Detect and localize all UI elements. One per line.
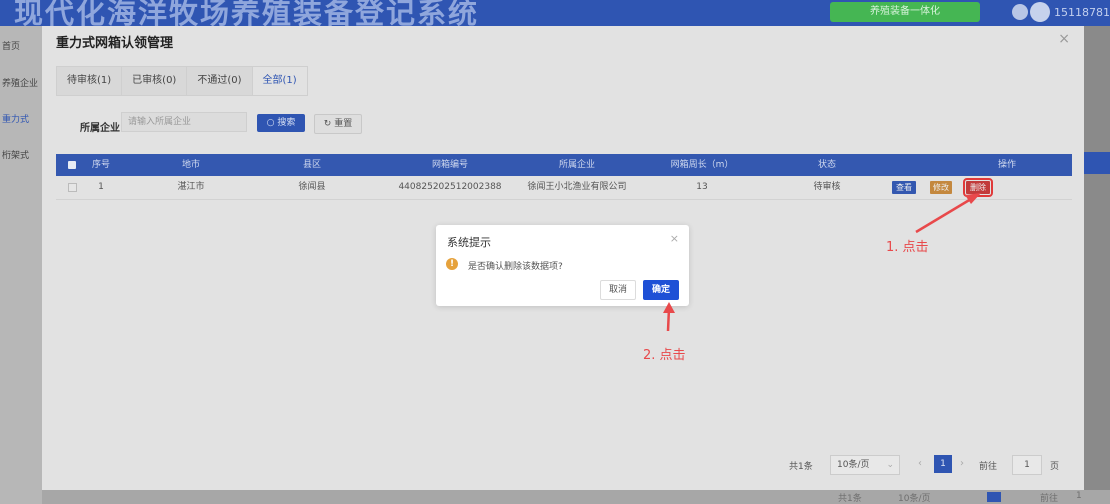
background-pager-current: [987, 492, 1001, 502]
cell-city: 湛江市: [177, 182, 205, 192]
sidebar-item-gravity[interactable]: 重力式: [2, 112, 42, 125]
background-pager-size: 10条/页: [898, 494, 931, 504]
warning-icon: !: [446, 258, 458, 270]
app-header: 现代化海洋牧场养殖装备登记系统 养殖装备一体化 15118781510: [0, 0, 1110, 26]
dialog-title: 重力式网箱认领管理: [56, 36, 174, 51]
table-header: 序号 地市 县区 网箱编号 所属企业 网箱周长（m） 状态 操作: [56, 154, 1072, 176]
next-page-icon[interactable]: ›: [960, 458, 964, 469]
dialog-close-icon[interactable]: ×: [1058, 31, 1070, 47]
confirm-close-icon[interactable]: ×: [670, 232, 679, 245]
sidebar-item-companies[interactable]: 养殖企业: [2, 76, 42, 89]
goto-label: 前往: [979, 462, 998, 472]
company-filter-label: 所属企业: [80, 123, 120, 134]
background-pager-total: 共1条: [838, 494, 862, 504]
avatar[interactable]: [1030, 2, 1050, 22]
background-pager-page: 1: [1076, 491, 1082, 501]
pager-total: 共1条: [789, 462, 813, 472]
table-row: 1 湛江市 徐闻县 440825202512002388 徐闻王小北渔业有限公司…: [56, 176, 1072, 200]
app-title: 现代化海洋牧场养殖装备登记系统: [14, 0, 480, 26]
annotation-step-1: 1. 点击: [886, 240, 929, 255]
background-pager-goto: 前往: [1040, 494, 1059, 504]
background-pager: [42, 490, 1110, 504]
user-icon: [1012, 4, 1028, 20]
sidebar-item-home[interactable]: 首页: [2, 39, 42, 52]
edit-button[interactable]: 修改: [930, 181, 952, 194]
chevron-down-icon: ⌄: [886, 460, 894, 470]
page-number-button[interactable]: 1: [934, 455, 952, 473]
background-table-header: [1084, 152, 1110, 174]
cell-company: 徐闻王小北渔业有限公司: [527, 182, 627, 192]
page-size-select[interactable]: 10条/页 ⌄: [830, 455, 900, 475]
column-header-cage-no: 网箱编号: [431, 160, 469, 170]
sidebar: 首页 养殖企业 重力式 桁架式: [0, 26, 42, 504]
cell-index: 1: [98, 182, 104, 192]
cell-status: 待审核: [813, 182, 841, 192]
view-button[interactable]: 查看: [892, 181, 916, 194]
confirm-ok-button[interactable]: 确定: [643, 280, 679, 300]
reset-button-label: 重置: [334, 119, 353, 129]
tab-pending[interactable]: 待审核(1): [57, 67, 123, 95]
column-header-county: 县区: [302, 160, 322, 170]
cell-county: 徐闻县: [298, 182, 326, 192]
confirm-dialog: 系统提示 × ! 是否确认删除该数据项? 取消 确定: [436, 225, 689, 306]
search-button-label: 搜索: [277, 118, 296, 128]
cell-cage-no: 440825202512002388: [398, 182, 502, 192]
column-header-city: 地市: [181, 160, 201, 170]
select-all-checkbox[interactable]: [68, 161, 76, 169]
cell-perimeter: 13: [696, 182, 708, 192]
sidebar-item-truss[interactable]: 桁架式: [2, 148, 42, 161]
row-checkbox[interactable]: [68, 183, 77, 192]
status-tabs: 待审核(1) 已审核(0) 不通过(0) 全部(1): [56, 66, 308, 96]
tab-approved[interactable]: 已审核(0): [122, 67, 188, 95]
confirm-title: 系统提示: [447, 236, 491, 249]
page-suffix-label: 页: [1050, 462, 1060, 472]
refresh-icon: ↻: [323, 119, 335, 129]
cancel-button[interactable]: 取消: [600, 280, 636, 300]
prev-page-icon[interactable]: ‹: [918, 458, 922, 469]
tab-all[interactable]: 全部(1): [252, 67, 307, 95]
column-header-actions: 操作: [997, 160, 1017, 170]
company-search-input[interactable]: 请输入所属企业: [121, 112, 247, 132]
goto-page-input[interactable]: 1: [1012, 455, 1042, 475]
top-feature-button[interactable]: 养殖装备一体化: [830, 2, 980, 22]
column-header-status: 状态: [817, 160, 837, 170]
user-phone: 15118781510: [1054, 6, 1110, 19]
page-size-value: 10条/页: [837, 460, 870, 470]
column-header-company: 所属企业: [558, 160, 596, 170]
search-button[interactable]: ○ 搜索: [257, 114, 305, 132]
reset-button[interactable]: ↻ 重置: [314, 114, 362, 134]
pagination: 共1条 10条/页 ⌄ ‹ 1 › 前往 1 页: [42, 452, 1084, 482]
tab-rejected[interactable]: 不通过(0): [187, 67, 253, 95]
column-header-index: 序号: [91, 160, 111, 170]
column-header-perimeter: 网箱周长（m）: [670, 160, 734, 170]
delete-button[interactable]: 删除: [963, 178, 993, 197]
confirm-message: 是否确认删除该数据项?: [468, 262, 563, 272]
annotation-step-2: 2. 点击: [643, 348, 686, 363]
search-icon: ○: [266, 118, 278, 128]
